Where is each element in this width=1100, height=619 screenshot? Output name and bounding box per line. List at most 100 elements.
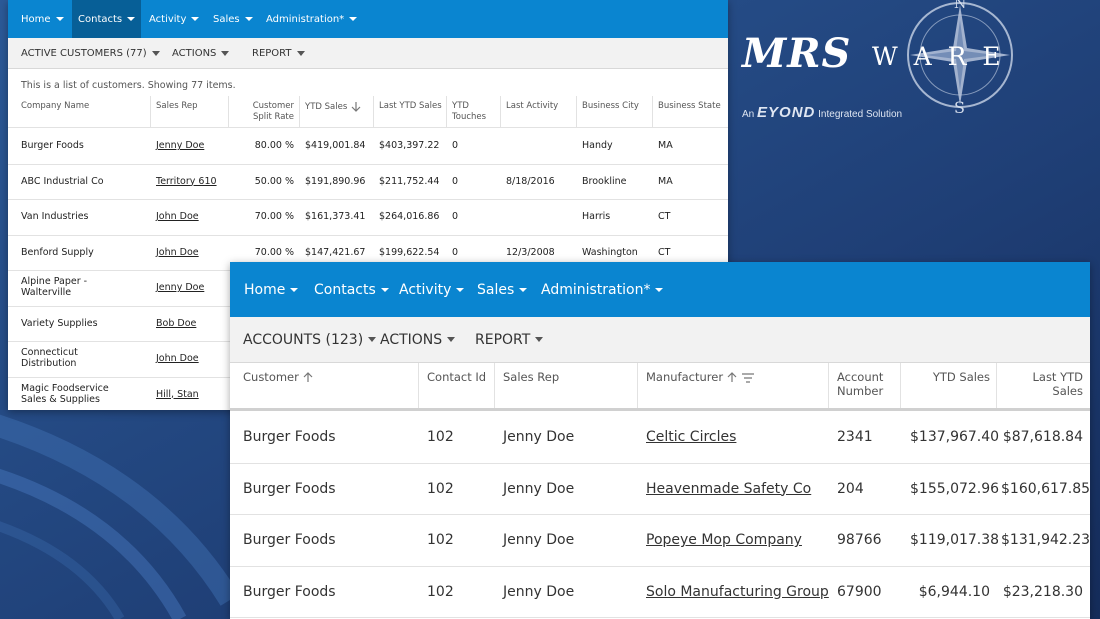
sales-rep-link[interactable]: Jenny Doe [156, 282, 204, 293]
top-nav: Home Contacts Activity Sales Administrat… [230, 262, 1090, 317]
table-cell: Burger Foods [243, 532, 336, 548]
tagline-suffix: Integrated Solution [818, 109, 903, 120]
brand-name-ware: W A R E [872, 42, 1005, 71]
sales-rep-link[interactable]: Territory 610 [156, 176, 217, 187]
column-header-label: Contact Id [427, 370, 487, 384]
actions-menu[interactable]: ACTIONS [172, 38, 230, 68]
filter-icon[interactable] [741, 372, 755, 383]
tagline-prefix: An [742, 109, 755, 120]
column-header-last-activity[interactable]: Last Activity [506, 101, 578, 112]
sort-descending-icon[interactable] [351, 101, 361, 112]
manufacturer-link[interactable]: Popeye Mop Company [646, 532, 802, 548]
row-divider [230, 617, 1090, 618]
actions-menu[interactable]: ACTIONS [380, 317, 456, 362]
accounts-menu[interactable]: ACCOUNTS (123) [243, 317, 377, 362]
table-cell: 102 [427, 480, 454, 497]
column-divider [418, 363, 419, 409]
column-header-ytd-sales[interactable]: YTD Sales [910, 370, 990, 384]
sales-rep-link[interactable]: John Doe [156, 247, 199, 258]
nav-home[interactable]: Home [238, 262, 304, 317]
brand-tagline: An EYOND Integrated Solution [742, 104, 902, 121]
column-header-label: YTD Touches [452, 101, 487, 122]
nav-administration[interactable]: Administration* [260, 0, 363, 38]
sales-rep-link[interactable]: Jenny Doe [156, 140, 204, 151]
report-menu[interactable]: REPORT [252, 38, 305, 68]
nav-contacts[interactable]: Contacts [72, 0, 142, 38]
column-header-last-ytd-sales[interactable]: Last YTD Sales [1001, 370, 1083, 399]
table-cell: CT [658, 246, 671, 258]
chevron-down-icon [244, 17, 253, 21]
table-cell: 102 [427, 532, 454, 548]
column-header-contact-id[interactable]: Contact Id [427, 370, 497, 384]
chevron-down-icon [519, 287, 528, 292]
column-divider [576, 96, 577, 128]
column-header-label: YTD Sales [932, 370, 990, 384]
table-row[interactable]: Burger Foods 102 Jenny Doe Celtic Circles 23… [230, 411, 1090, 463]
table-cell: Alpine Paper - Walterville [21, 276, 88, 299]
active-customers-label: ACTIVE CUSTOMERS (77) [21, 47, 147, 59]
manufacturer-link[interactable]: Solo Manufacturing Group [646, 584, 829, 600]
sales-rep-link[interactable]: John Doe [156, 211, 199, 222]
column-header-ytd-touches[interactable]: YTD Touches [452, 101, 502, 122]
table-row[interactable]: Van Industries John Doe 70.00 % $161,373.41… [8, 199, 728, 235]
table-cell: $160,617.85 [1001, 480, 1090, 497]
nav-home[interactable]: Home [15, 0, 70, 38]
table-cell: 8/18/2016 [506, 175, 555, 187]
table-cell: 50.00 % [254, 175, 294, 187]
table-cell: 0 [452, 246, 459, 258]
nav-sales[interactable]: Sales [471, 262, 533, 317]
column-header-ytd-sales[interactable]: YTD Sales [305, 101, 377, 113]
column-header-sales-rep[interactable]: Sales Rep [503, 370, 633, 384]
column-header-customer-split-rate[interactable]: Customer Split Rate [234, 101, 294, 122]
chevron-down-icon [296, 50, 305, 56]
table-row[interactable]: Burger Foods 102 Jenny Doe Popeye Mop Compa… [230, 514, 1090, 566]
table-row[interactable]: ABC Industrial Co Territory 610 50.00 % $19… [8, 164, 728, 200]
table-cell: Handy [582, 140, 613, 151]
nav-activity[interactable]: Activity [143, 0, 205, 38]
column-header-label: Customer [243, 370, 299, 384]
report-menu[interactable]: REPORT [475, 317, 544, 362]
sort-ascending-icon[interactable] [727, 372, 737, 383]
nav-sales-label: Sales [477, 281, 515, 298]
column-divider [228, 96, 229, 128]
column-header-account-number[interactable]: Account Number [837, 370, 902, 399]
nav-administration[interactable]: Administration* [535, 262, 669, 317]
column-header-sales-rep[interactable]: Sales Rep [156, 101, 228, 112]
column-header-manufacturer[interactable]: Manufacturer [646, 370, 826, 384]
sales-rep-link[interactable]: Bob Doe [156, 318, 196, 329]
active-customers-menu[interactable]: ACTIVE CUSTOMERS (77) [21, 38, 160, 68]
sort-ascending-icon[interactable] [303, 372, 313, 383]
sales-rep-link[interactable]: Hill, Stan [156, 389, 199, 400]
table-cell: Connecticut Distribution [21, 347, 78, 370]
toolbar: ACCOUNTS (123) ACTIONS REPORT [230, 317, 1090, 363]
table-cell: $137,967.40 [910, 429, 1000, 445]
manufacturer-link[interactable]: Heavenmade Safety Co [646, 481, 811, 497]
column-header-last-ytd-sales[interactable]: Last YTD Sales [379, 101, 449, 112]
table-cell: Burger Foods [243, 429, 336, 445]
column-header-company-name[interactable]: Company Name [21, 101, 151, 112]
table-row[interactable]: Burger Foods 102 Jenny Doe Heavenmade Safet… [230, 463, 1090, 515]
column-header-business-state[interactable]: Business State [658, 101, 723, 112]
column-header-business-city[interactable]: Business City [582, 101, 654, 112]
nav-contacts[interactable]: Contacts [308, 262, 395, 317]
report-label: REPORT [252, 47, 292, 59]
table-row[interactable]: Burger Foods Jenny Doe 80.00 % $419,001.84 $… [8, 128, 728, 164]
chevron-down-icon [349, 17, 358, 21]
column-header-customer[interactable]: Customer [243, 370, 413, 384]
table-row[interactable]: Burger Foods 102 Jenny Doe Solo Manufacturi… [230, 566, 1090, 618]
table-cell: $211,752.44 [379, 175, 440, 187]
chevron-down-icon [151, 50, 160, 56]
list-description: This is a list of customers. Showing 77 … [21, 80, 236, 91]
nav-activity[interactable]: Activity [393, 262, 470, 317]
nav-sales[interactable]: Sales [207, 0, 259, 38]
chevron-down-icon [447, 337, 456, 342]
table-cell: 2341 [837, 429, 873, 445]
sales-rep-link[interactable]: John Doe [156, 353, 199, 364]
top-nav: Home Contacts Activity Sales Administrat… [8, 0, 728, 38]
manufacturer-link[interactable]: Celtic Circles [646, 429, 736, 445]
nav-sales-label: Sales [213, 13, 240, 25]
table-cell: Jenny Doe [503, 480, 575, 497]
table-cell: Jenny Doe [503, 583, 575, 600]
nav-contacts-label: Contacts [314, 281, 376, 298]
column-header-label: Business State [658, 101, 721, 111]
